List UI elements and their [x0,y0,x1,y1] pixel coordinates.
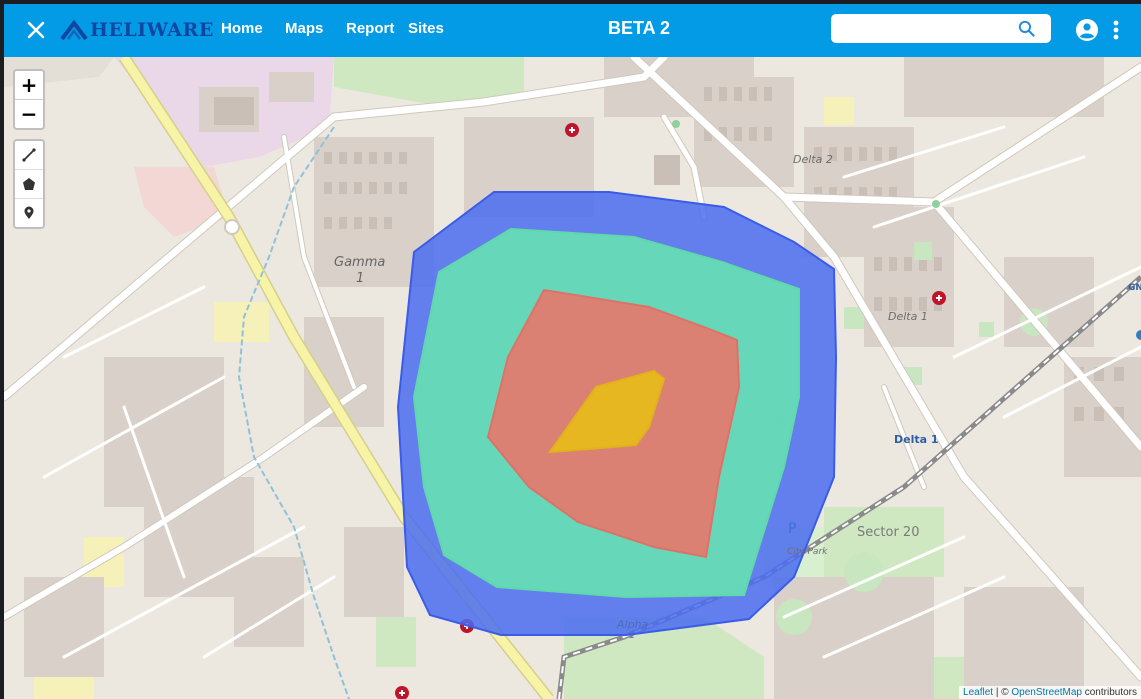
zoom-control: + − [13,69,45,130]
top-app-bar: HELIWARE Home Maps Report Sites BETA 2 [4,4,1141,57]
nav-sites[interactable]: Sites [408,20,444,37]
search-icon[interactable] [1017,19,1036,38]
osm-link[interactable]: OpenStreetMap [1011,687,1082,698]
search-box [831,14,1051,43]
attribution-separator: | © [993,687,1012,698]
page-title: BETA 2 [607,18,670,38]
label-alpha-number: 1 [629,630,636,641]
leaflet-link[interactable]: Leaflet [963,687,993,698]
more-vert-icon[interactable] [1107,18,1125,42]
label-sector-20: Sector 20 [857,525,920,540]
draw-polyline-button[interactable] [15,141,43,169]
polygon-icon [23,178,35,190]
marker-icon [24,206,34,219]
nav-home[interactable]: Home [221,20,263,37]
logo-text: HELIWARE [90,19,214,41]
map-attribution: Leaflet | © OpenStreetMap contributors [959,686,1141,699]
map-view[interactable]: Gamma 1 Delta 2 Delta 1 Delta 1 Sector 2… [4,57,1141,699]
attribution-suffix: contributors [1081,687,1137,698]
parking-icon: P [788,521,797,537]
label-gamma: Gamma [334,255,386,270]
app-window: HELIWARE Home Maps Report Sites BETA 2 G… [4,4,1141,699]
label-delta-1-station: Delta 1 [894,433,939,446]
logo-chevron-icon [60,19,88,41]
polyline-icon [22,148,36,162]
nav-report[interactable]: Report [346,20,394,37]
label-gamma-number: 1 [356,271,365,286]
label-delta-2: Delta 2 [793,153,833,166]
zoom-in-button[interactable]: + [15,71,43,99]
map-base-tiles [4,57,1141,699]
search-input[interactable] [841,19,1015,40]
nav-maps[interactable]: Maps [285,20,323,37]
label-city-park: City Park [787,547,828,557]
label-delta-1: Delta 1 [888,310,928,323]
account-icon[interactable] [1075,18,1099,42]
close-icon[interactable] [24,18,48,42]
draw-toolbar [13,139,45,229]
heliware-logo[interactable]: HELIWARE [60,16,214,44]
label-edge-gn: GN [1128,283,1141,293]
zoom-out-button[interactable]: − [15,99,43,128]
draw-marker-button[interactable] [15,198,43,227]
draw-polygon-button[interactable] [15,169,43,198]
